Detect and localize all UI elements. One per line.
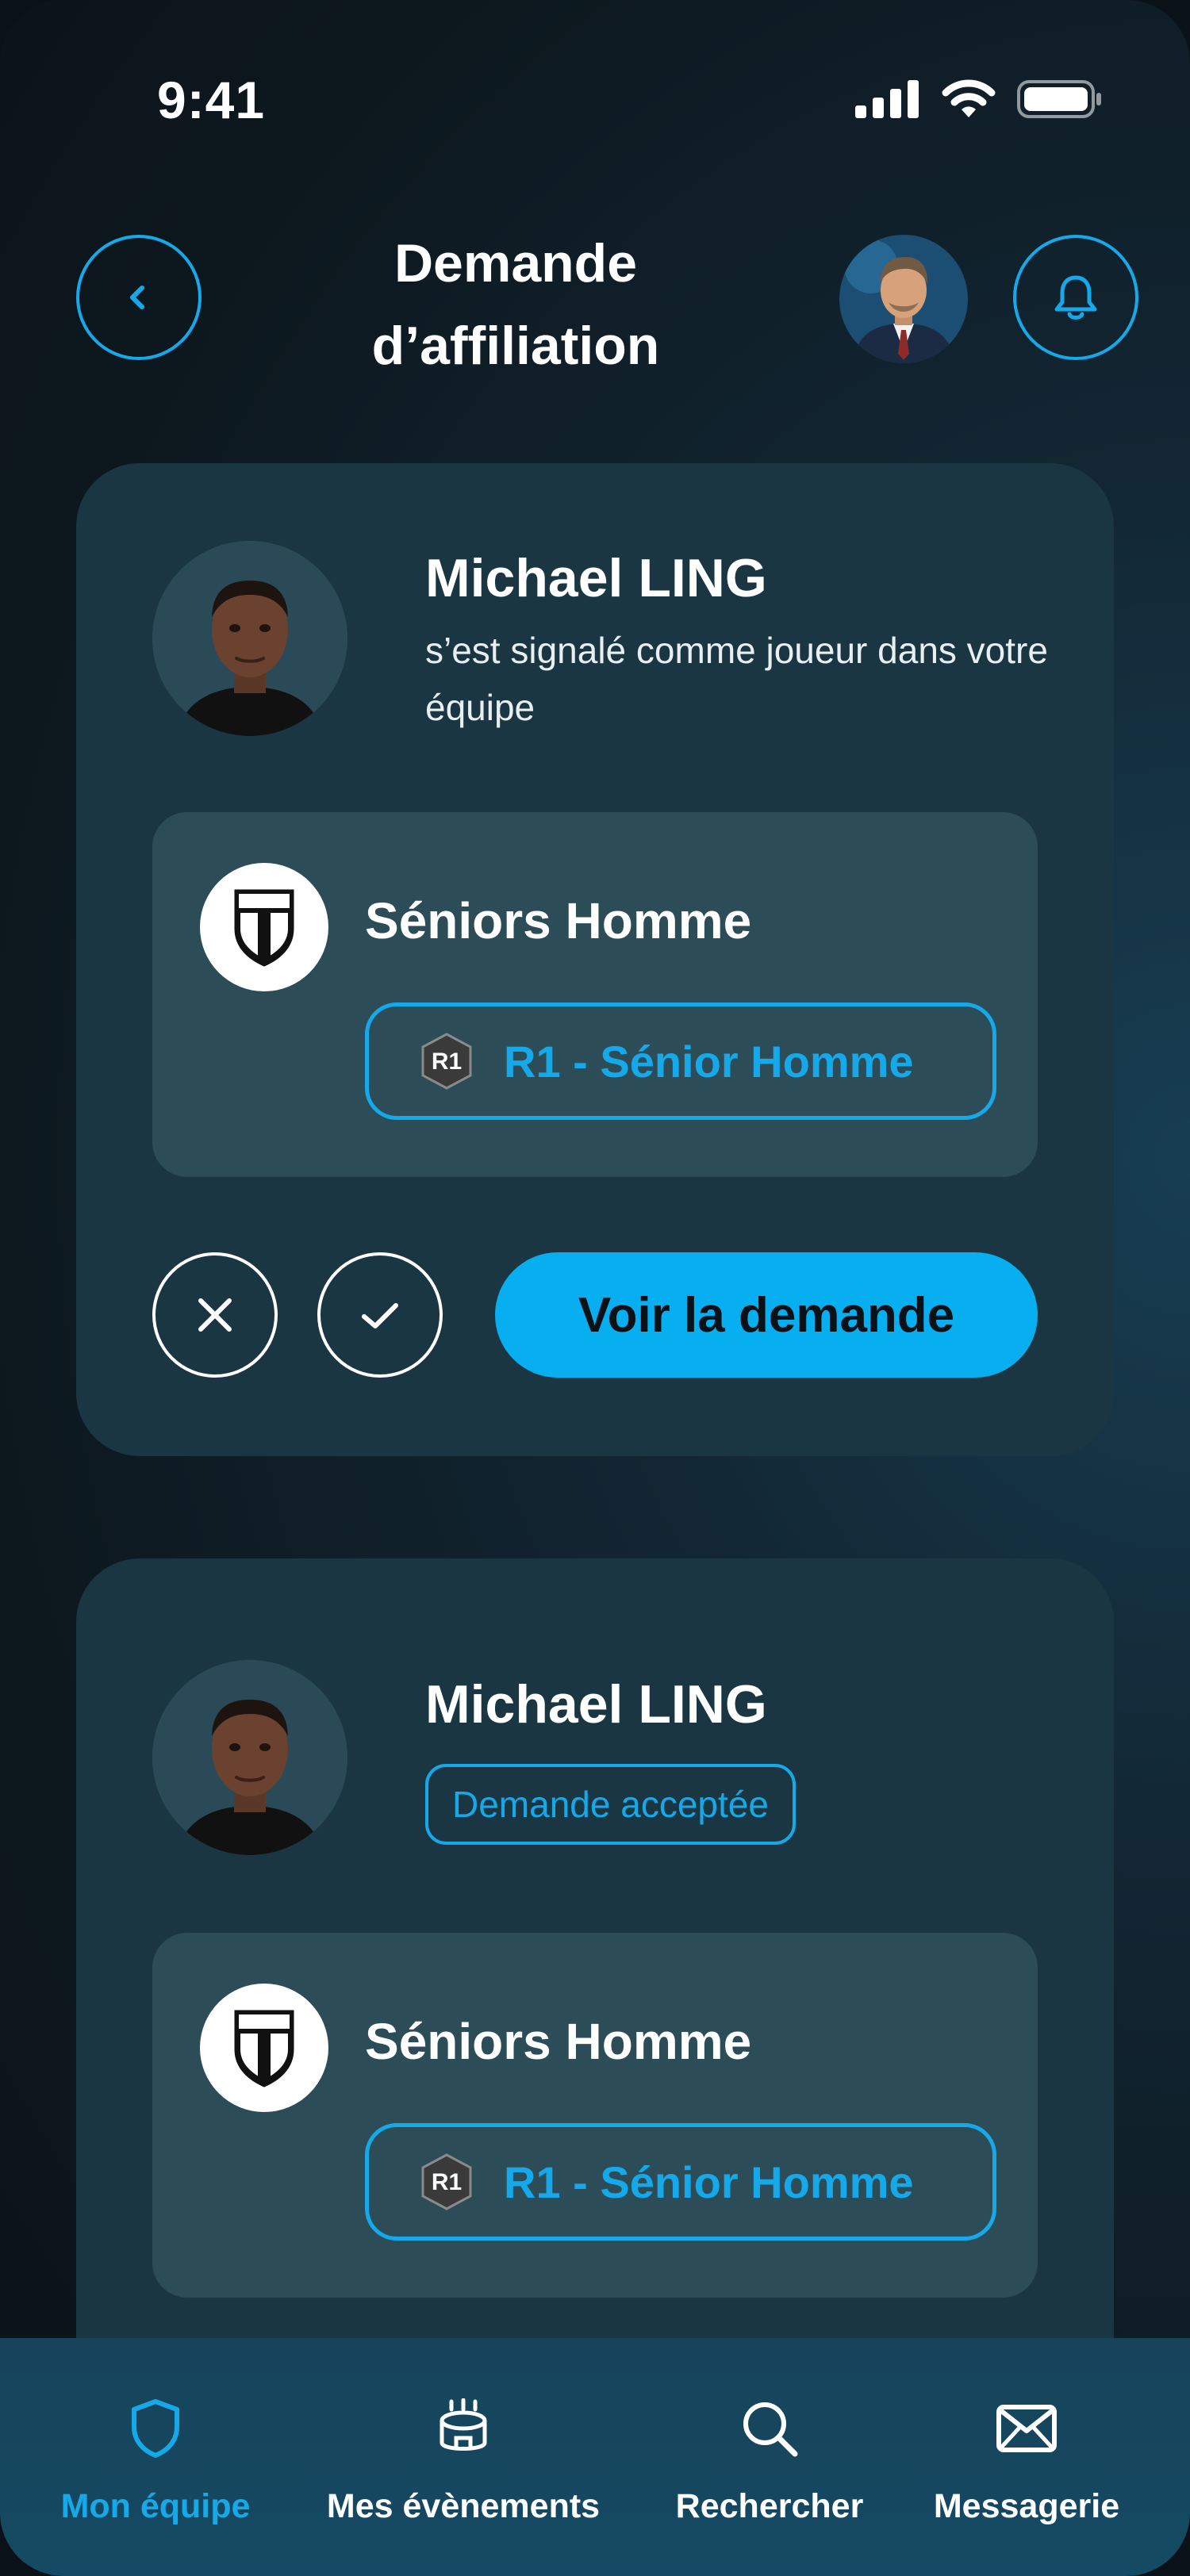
nav-item-mon-equipe[interactable]: Mon équipe	[48, 2397, 263, 2526]
league-badge-icon: R1	[421, 1033, 472, 1090]
nav-label: Mes évènements	[326, 2487, 601, 2525]
accept-button[interactable]	[317, 1252, 443, 1378]
league-tag: R1 R1 - Sénior Homme	[365, 2123, 996, 2241]
reject-button[interactable]	[152, 1252, 278, 1378]
status-icons	[855, 79, 1103, 119]
player-photo	[152, 1660, 347, 1855]
status-badge: Demande acceptée	[425, 1764, 796, 1845]
nav-item-rechercher[interactable]: Rechercher	[660, 2397, 879, 2526]
league-badge-icon: R1	[421, 2153, 472, 2210]
mail-icon	[996, 2405, 1057, 2452]
league-badge-text: R1	[432, 2169, 462, 2195]
app-screen: 9:41 Demande d’affiliation Michael LING …	[0, 0, 1190, 2576]
league-tag: R1 R1 - Sénior Homme	[365, 1002, 996, 1120]
check-icon	[362, 1303, 398, 1328]
wifi-icon	[942, 79, 996, 117]
request-description: s’est signalé comme joueur dans votre éq…	[425, 630, 1048, 728]
nav-label: Mon équipe	[60, 2487, 251, 2525]
player-avatar	[152, 541, 347, 736]
club-logo	[200, 1984, 328, 2112]
club-crest-icon	[234, 2010, 294, 2087]
nav-label: Rechercher	[675, 2487, 864, 2525]
team-name: Séniors Homme	[365, 892, 752, 949]
user-avatar[interactable]	[839, 235, 968, 363]
team-name: Séniors Homme	[365, 2013, 752, 2070]
search-icon	[743, 2402, 798, 2457]
stadium-icon	[440, 2398, 487, 2451]
close-icon	[198, 1298, 232, 1332]
battery-icon	[1017, 80, 1101, 118]
bell-icon	[1054, 275, 1097, 320]
status-time: 9:41	[157, 71, 266, 129]
user-avatar-image	[839, 235, 968, 363]
page-title-line1: Demande	[393, 233, 638, 293]
page-title: Demande d’affiliation	[270, 222, 762, 387]
club-logo	[200, 863, 328, 991]
shield-icon	[132, 2399, 179, 2458]
view-request-button[interactable]: Voir la demande	[495, 1252, 1038, 1378]
signal-icon	[855, 80, 919, 118]
notifications-button[interactable]	[1013, 235, 1138, 360]
player-name: Michael LING	[425, 548, 767, 608]
club-crest-icon	[234, 889, 294, 967]
nav-item-messagerie[interactable]: Messagerie	[917, 2397, 1136, 2526]
nav-item-mes-evenements[interactable]: Mes évènements	[305, 2397, 622, 2526]
league-label: R1 - Sénior Homme	[504, 2156, 914, 2207]
page-title-line2: d’affiliation	[371, 316, 660, 376]
player-avatar	[152, 1660, 347, 1855]
team-info: Séniors Homme R1 R1 - Sénior Homme	[152, 812, 1038, 1177]
league-label: R1 - Sénior Homme	[504, 1036, 914, 1087]
bottom-nav: Mon équipe Mes évènements Rechercher Mes…	[0, 2338, 1190, 2576]
affiliation-request-card: Michael LING s’est signalé comme joueur …	[76, 463, 1114, 1456]
team-info: Séniors Homme R1 R1 - Sénior Homme	[152, 1933, 1038, 2298]
nav-label: Messagerie	[933, 2487, 1120, 2525]
league-badge-text: R1	[432, 1048, 462, 1075]
player-name: Michael LING	[425, 1674, 767, 1735]
chevron-left-icon	[130, 286, 144, 309]
player-photo	[152, 541, 347, 736]
back-button[interactable]	[76, 235, 202, 360]
